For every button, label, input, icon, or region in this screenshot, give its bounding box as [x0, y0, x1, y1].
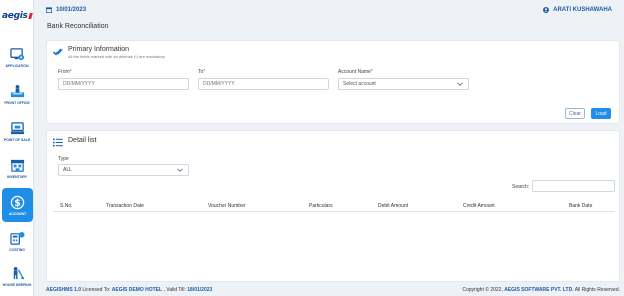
chevron-down-icon: [457, 81, 463, 87]
valid-till-date: 18/01/2023: [187, 287, 213, 293]
search-input[interactable]: [532, 180, 615, 192]
mandatory-note: All the fields marked with an asterisk (…: [68, 54, 165, 59]
svg-text:$: $: [14, 197, 21, 208]
column-header-bank-date[interactable]: Bank Date: [569, 203, 592, 209]
column-header-voucher-number[interactable]: Voucher Number: [208, 203, 246, 209]
logo-mark: [27, 13, 33, 19]
costing-icon: [9, 230, 25, 246]
chevron-down-icon: [177, 167, 183, 173]
footer: AEGISHMS 1.0 Licensed To: AEGIS DEMO HOT…: [34, 284, 624, 296]
header-date: 10/01/2023: [45, 7, 87, 14]
list-icon: [53, 138, 63, 148]
sidebar-item-application[interactable]: APPLICATION: [0, 40, 34, 74]
from-date-input[interactable]: [58, 78, 189, 90]
rights-text: All Rights Reserved.: [573, 287, 620, 293]
required-mark: *: [69, 69, 72, 75]
top-bar: 10/01/2023 ARATI KUSHAWAHA: [34, 0, 624, 20]
column-header-sno[interactable]: S.No.: [60, 203, 73, 209]
required-mark: *: [370, 69, 373, 75]
inventory-icon: [9, 157, 25, 173]
license-info: AEGISHMS 1.0 Licensed To: AEGIS DEMO HOT…: [46, 287, 212, 293]
user-menu[interactable]: ARATI KUSHAWAHA: [543, 7, 612, 13]
app-logo[interactable]: aegis: [2, 10, 34, 22]
to-date-input[interactable]: [198, 78, 329, 90]
licensed-to-label: Licensed To:: [81, 287, 112, 293]
sidebar-item-label: APPLICATION: [5, 64, 29, 68]
column-header-particulars[interactable]: Particulars: [309, 203, 333, 209]
account-name-label-text: Account Name: [338, 69, 371, 75]
sidebar-item-account[interactable]: $ ACCOUNT: [2, 188, 33, 222]
sidebar-item-label: POINT OF SALE: [3, 138, 31, 142]
sidebar-item-label: COSTING: [9, 248, 25, 252]
type-select[interactable]: ALL: [58, 164, 189, 176]
sidebar-item-house-keeping[interactable]: HOUSE KEEPING: [0, 259, 34, 293]
type-select-value: ALL: [63, 167, 72, 173]
from-label-text: From: [58, 69, 70, 75]
primary-header: Primary Information All the fields marke…: [53, 46, 165, 59]
from-label: From*: [58, 69, 72, 75]
calendar-icon: [45, 7, 53, 14]
column-header-credit-amount[interactable]: Credit Amount: [463, 203, 495, 209]
account-name-label: Account Name*: [338, 69, 373, 75]
sidebar-item-label: HOUSE KEEPING: [2, 283, 32, 287]
account-select-value: Select account: [343, 81, 376, 87]
to-label: To*: [198, 69, 205, 75]
header-date-text: 10/01/2023: [56, 7, 87, 13]
detail-table-header: S.No. Transaction Date Voucher Number Pa…: [53, 201, 615, 212]
application-icon: [9, 46, 25, 62]
sidebar-item-inventory[interactable]: INVENTORY: [0, 151, 34, 185]
column-header-debit-amount[interactable]: Debit Amount: [378, 203, 408, 209]
column-header-transaction-date[interactable]: Transaction Date: [106, 203, 144, 209]
product-version: AEGISHMS 1.0: [46, 287, 82, 293]
point-of-sale-icon: [9, 120, 25, 136]
sidebar-item-front-office[interactable]: FRONT OFFICE: [0, 77, 34, 111]
sidebar-item-label: FRONT OFFICE: [4, 101, 30, 105]
required-mark: *: [203, 69, 206, 75]
logo-text: aegis: [2, 11, 28, 21]
front-office-icon: [9, 83, 25, 99]
page-title: Bank Reconciliation: [47, 23, 109, 30]
search-label: Search:: [512, 184, 530, 190]
copyright: Copyright © 2022, AEGIS SOFTWARE PVT. LT…: [462, 287, 620, 293]
type-label: Type: [58, 156, 69, 162]
sidebar-item-costing[interactable]: COSTING: [0, 224, 34, 258]
copyright-prefix: Copyright © 2022,: [462, 287, 505, 293]
load-button[interactable]: Load: [591, 108, 611, 119]
licensee-name: AEGIS DEMO HOTEL: [111, 287, 163, 293]
sidebar: aegis APPLICATION FRONT OFFICE POINT OF …: [0, 0, 34, 296]
clear-button[interactable]: Clear: [565, 108, 585, 119]
double-check-icon: [53, 47, 63, 57]
account-select[interactable]: Select account: [338, 78, 469, 90]
detail-list-panel: Detail list Type ALL Search: S.No. Trans…: [46, 130, 620, 282]
detail-title: Detail list: [68, 137, 97, 144]
primary-title: Primary Information: [68, 46, 130, 53]
user-name: ARATI KUSHAWAHA: [553, 7, 612, 13]
sidebar-item-point-of-sale[interactable]: POINT OF SALE: [0, 114, 34, 148]
sidebar-item-label: INVENTORY: [7, 175, 27, 179]
detail-header: Detail list: [53, 137, 96, 148]
company-link[interactable]: AEGIS SOFTWARE PVT. LTD.: [504, 287, 573, 293]
account-icon: $: [10, 194, 26, 210]
primary-information-panel: Primary Information All the fields marke…: [46, 40, 620, 124]
house-keeping-icon: [9, 265, 25, 281]
sidebar-item-label: ACCOUNT: [8, 212, 27, 216]
valid-till-label: , Valid Till:: [162, 287, 188, 293]
user-icon: [543, 7, 550, 13]
